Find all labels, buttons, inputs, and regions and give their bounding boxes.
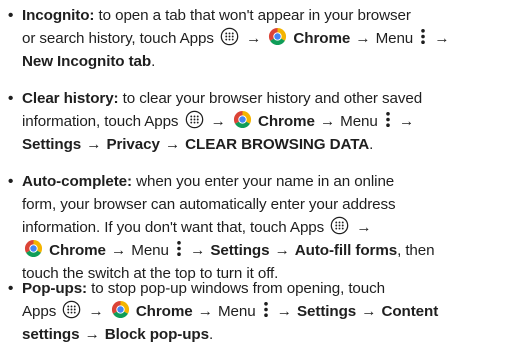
- bullet: •: [8, 280, 14, 297]
- menu-dots-icon: [175, 239, 183, 258]
- arrow: →: [246, 30, 262, 47]
- arrow: →: [164, 136, 181, 153]
- tip-pop-ups: • Pop-ups: to stop pop-up windows from o…: [8, 277, 500, 346]
- bullet: •: [8, 90, 14, 107]
- tip-term: Clear history:: [22, 90, 119, 107]
- settings-label: Settings: [210, 242, 270, 259]
- menu-label: Menu: [131, 242, 169, 259]
- tip-text: information, touch Apps: [22, 113, 179, 130]
- arrow: →: [276, 303, 292, 320]
- bullet: •: [8, 173, 14, 190]
- privacy-label: Privacy: [106, 136, 160, 153]
- menu-dots-icon: [419, 27, 427, 46]
- chrome-icon: [111, 300, 130, 319]
- tip-clear-history: • Clear history: to clear your browser h…: [8, 87, 500, 156]
- arrow: →: [111, 242, 127, 259]
- tip-text: .: [208, 326, 214, 343]
- menu-label: Menu: [217, 303, 256, 320]
- arrow: →: [319, 113, 336, 130]
- menu-dots-icon: [384, 110, 392, 129]
- arrow: →: [88, 303, 104, 320]
- tip-text: information. If you don't want that, tou…: [22, 219, 325, 236]
- apps-icon: [185, 110, 204, 129]
- settings-label: Settings: [297, 303, 357, 320]
- tip-text: to stop pop-up windows from opening, tou…: [91, 280, 385, 297]
- tip-term: Pop-ups:: [22, 280, 88, 297]
- chrome-icon: [268, 27, 287, 46]
- arrow: →: [399, 113, 415, 130]
- tip-text: to clear your browser history and other …: [122, 90, 423, 107]
- tip-text: when you enter your name in an online: [136, 173, 395, 190]
- menu-label: Menu: [340, 113, 378, 130]
- help-document: • Incognito: to open a tab that won't ap…: [0, 0, 507, 360]
- menu-label: Menu: [375, 30, 414, 47]
- apps-label: Apps: [22, 303, 57, 320]
- content-settings-label: Content: [381, 303, 439, 320]
- arrow: →: [361, 303, 377, 320]
- tip-term: Auto-complete:: [22, 173, 132, 190]
- tip-text: form, your browser can automatically ent…: [22, 196, 396, 213]
- arrow: →: [274, 242, 290, 259]
- tip-text: .: [151, 53, 156, 70]
- tip-text: , then: [397, 242, 435, 259]
- chrome-label: Chrome: [135, 303, 193, 320]
- settings-label: Settings: [22, 136, 82, 153]
- apps-icon: [62, 300, 81, 319]
- apps-icon: [330, 216, 349, 235]
- arrow: →: [355, 30, 371, 47]
- chrome-label: Chrome: [258, 113, 315, 130]
- arrow: →: [434, 30, 450, 47]
- chrome-icon: [24, 239, 43, 258]
- menu-dots-icon: [262, 300, 270, 319]
- tip-auto-complete: • Auto-complete: when you enter your nam…: [8, 170, 500, 285]
- apps-icon: [220, 27, 239, 46]
- arrow: →: [86, 136, 102, 153]
- arrow: →: [190, 242, 206, 259]
- arrow: →: [84, 326, 100, 343]
- bullet: •: [8, 7, 14, 24]
- tip-text: or search history, touch Apps: [22, 30, 214, 47]
- tip-term: Incognito:: [22, 7, 95, 24]
- arrow: →: [210, 113, 226, 130]
- clear-browsing-data-label: CLEAR BROWSING DATA: [185, 136, 370, 153]
- tip-text: to open a tab that won't appear in your …: [98, 7, 411, 24]
- chrome-label: Chrome: [49, 242, 106, 259]
- tip-text: .: [369, 136, 374, 153]
- chrome-icon: [233, 110, 252, 129]
- content-settings-label: settings: [22, 326, 80, 343]
- block-pop-ups-label: Block pop-ups: [104, 326, 209, 343]
- tip-incognito: • Incognito: to open a tab that won't ap…: [8, 4, 500, 73]
- new-incognito-tab-label: New Incognito tab: [22, 53, 152, 70]
- arrow: →: [197, 303, 213, 320]
- auto-fill-forms-label: Auto-fill forms: [294, 242, 398, 259]
- chrome-label: Chrome: [293, 30, 351, 47]
- arrow: →: [356, 219, 372, 236]
